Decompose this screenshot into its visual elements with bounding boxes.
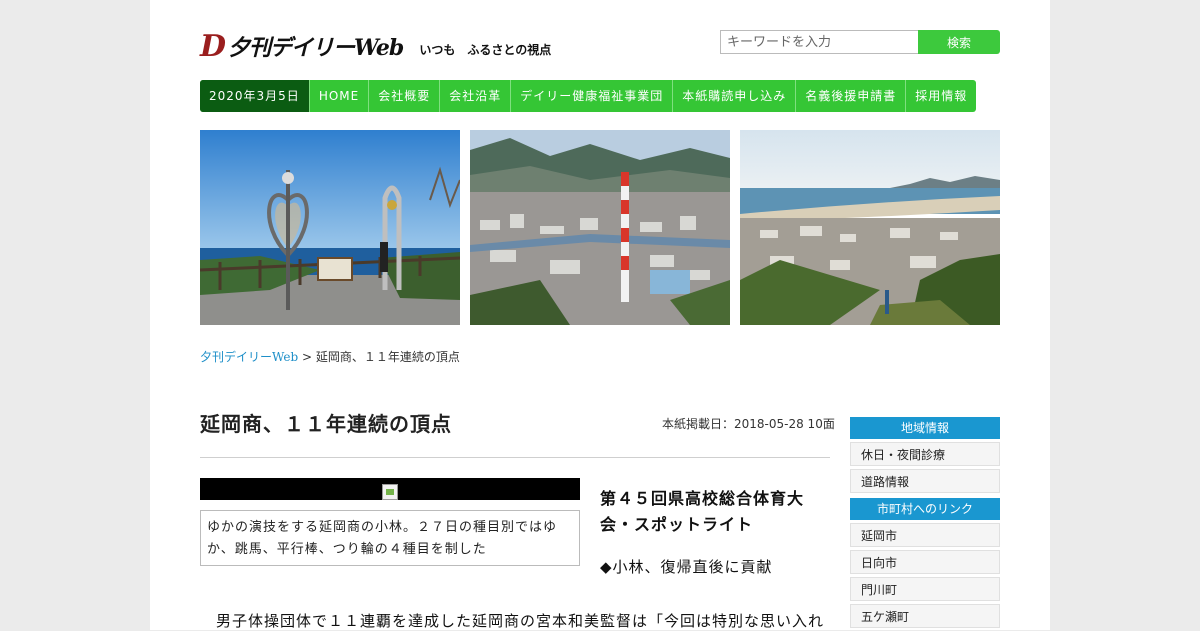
photo-monument-coast bbox=[200, 130, 460, 325]
nav-company-profile[interactable]: 会社概要 bbox=[369, 80, 441, 112]
sidebar-link-nobeoka[interactable]: 延岡市 bbox=[850, 523, 1000, 547]
main-nav: 2020年3月5日 HOME 会社概要 会社沿革 デイリー健康福祉事業団 本紙購… bbox=[200, 80, 977, 112]
title-divider bbox=[200, 457, 830, 458]
breadcrumb-current: 延岡商、１１年連続の頂点 bbox=[315, 350, 460, 364]
sidebar-link-kadogawa[interactable]: 門川町 bbox=[850, 577, 1000, 601]
nav-recruitment[interactable]: 採用情報 bbox=[906, 80, 976, 112]
logo-mark: D bbox=[200, 29, 227, 64]
page-container: D 夕刊デイリーWeb いつも ふるさとの視点 検索 2020年3月5日 HOM… bbox=[150, 0, 1050, 630]
sidebar-link-gokase[interactable]: 五ケ瀬町 bbox=[850, 604, 1000, 628]
header-photos bbox=[200, 130, 1000, 325]
nav-date: 2020年3月5日 bbox=[200, 80, 310, 112]
article-headline: 第４５回県高校総合体育大会・スポットライト bbox=[600, 489, 805, 534]
search-button[interactable]: 検索 bbox=[918, 30, 1000, 54]
search-form: 検索 bbox=[720, 30, 1000, 54]
sidebar: 地域情報 休日・夜間診療 道路情報 市町村へのリンク 延岡市 日向市 門川町 五… bbox=[850, 417, 1000, 628]
sidebar-link-hyuga[interactable]: 日向市 bbox=[850, 550, 1000, 574]
sidebar-heading-local-info: 地域情報 bbox=[850, 417, 1000, 439]
article-title: 延岡商、１１年連続の頂点 bbox=[200, 412, 452, 436]
search-input[interactable] bbox=[720, 30, 918, 54]
broken-image-icon bbox=[382, 484, 398, 500]
article-body: 男子体操団体で１１連覇を達成した延岡商の宮本和美監督は「今回は特別な思い入れ bbox=[216, 612, 825, 630]
photo-bay-view bbox=[740, 130, 1000, 325]
nav-company-history[interactable]: 会社沿革 bbox=[440, 80, 512, 112]
logo-tagline: いつも ふるさとの視点 bbox=[419, 43, 552, 57]
article-subheadline: ◆小林、復帰直後に貢献 bbox=[600, 558, 773, 576]
site-logo[interactable]: D 夕刊デイリーWeb いつも ふるさとの視点 bbox=[200, 28, 551, 62]
nav-welfare-foundation[interactable]: デイリー健康福祉事業団 bbox=[511, 80, 674, 112]
nav-home[interactable]: HOME bbox=[310, 80, 370, 112]
sidebar-link-holiday-clinic[interactable]: 休日・夜間診療 bbox=[850, 442, 1000, 466]
nav-sponsorship-application[interactable]: 名義後援申請書 bbox=[796, 80, 907, 112]
photo-city-chimney bbox=[470, 130, 730, 325]
logo-name: 夕刊デイリーWeb bbox=[228, 35, 404, 61]
breadcrumb: 夕刊デイリーWeb > 延岡商、１１年連続の頂点 bbox=[200, 348, 460, 365]
breadcrumb-separator: > bbox=[298, 350, 316, 364]
image-caption: ゆかの演技をする延岡商の小林。２７日の種目別ではゆか、跳馬、平行棒、つり輪の４種… bbox=[200, 510, 580, 566]
article-image bbox=[200, 478, 580, 500]
sidebar-link-road-info[interactable]: 道路情報 bbox=[850, 469, 1000, 493]
nav-subscription[interactable]: 本紙購読申し込み bbox=[673, 80, 797, 112]
article-publish-date: 本紙掲載日：2018-05-28 10面 bbox=[662, 417, 835, 431]
breadcrumb-home-link[interactable]: 夕刊デイリーWeb bbox=[200, 350, 298, 364]
sidebar-heading-municipal-links: 市町村へのリンク bbox=[850, 498, 1000, 520]
